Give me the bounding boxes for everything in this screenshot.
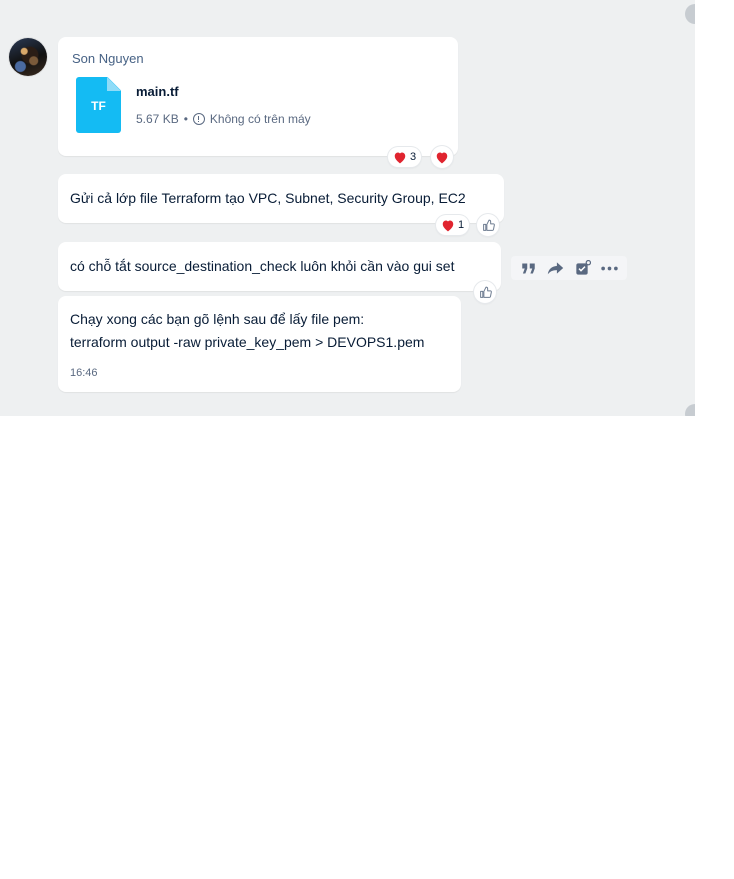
forward-icon	[547, 262, 564, 275]
heart-reaction-badge[interactable]: 1	[436, 215, 470, 235]
file-ext-label: TF	[91, 99, 106, 113]
avatar[interactable]	[9, 38, 47, 76]
text-message-bubble[interactable]: Gửi cả lớp file Terraform tạo VPC, Subne…	[58, 174, 504, 223]
message-line-2: terraform output -raw private_key_pem > …	[70, 334, 425, 350]
file-size: 5.67 KB	[136, 112, 179, 126]
separator-dot: •	[183, 112, 188, 126]
quote-icon	[522, 263, 535, 273]
file-status: Không có trên máy	[209, 112, 311, 126]
heart-react-button[interactable]	[431, 146, 453, 168]
thumbs-up-icon	[479, 286, 492, 298]
file-name[interactable]: main.tf	[136, 84, 179, 99]
like-react-button[interactable]	[477, 214, 499, 236]
add-task-button[interactable]	[573, 258, 593, 278]
more-button[interactable]	[600, 258, 620, 278]
file-meta: 5.67 KB • Không có trên máy	[136, 112, 311, 126]
scroll-top-button[interactable]	[685, 4, 695, 24]
message-text: Gửi cả lớp file Terraform tạo VPC, Subne…	[70, 190, 466, 206]
message-text: có chỗ tắt source_destination_check luôn…	[70, 258, 455, 274]
thumbs-up-icon	[482, 219, 495, 231]
text-message-bubble[interactable]: Chạy xong các bạn gõ lệnh sau để lấy fil…	[58, 296, 461, 392]
like-react-button[interactable]	[474, 281, 496, 303]
add-task-icon	[575, 260, 591, 275]
heart-icon	[436, 152, 448, 163]
heart-icon	[394, 152, 406, 163]
reaction-count: 3	[410, 151, 417, 163]
reaction-count: 1	[458, 219, 465, 231]
message-line-1: Chạy xong các bạn gõ lệnh sau để lấy fil…	[70, 311, 365, 327]
quote-button[interactable]	[519, 258, 539, 278]
more-icon	[601, 266, 618, 270]
file-icon[interactable]: TF	[76, 77, 121, 133]
forward-button[interactable]	[546, 258, 566, 278]
chat-area: Son Nguyen TF main.tf 5.67 KB • Không có…	[0, 0, 695, 416]
scroll-bottom-button[interactable]	[685, 404, 695, 416]
message-action-bar	[511, 256, 627, 280]
heart-icon	[442, 220, 454, 231]
file-message-bubble[interactable]: Son Nguyen TF main.tf 5.67 KB • Không có…	[58, 37, 458, 156]
heart-reaction-badge[interactable]: 3	[388, 147, 422, 167]
message-timestamp: 16:46	[70, 367, 98, 379]
info-icon	[192, 113, 205, 125]
sender-name: Son Nguyen	[72, 51, 144, 66]
text-message-bubble[interactable]: có chỗ tắt source_destination_check luôn…	[58, 242, 501, 291]
